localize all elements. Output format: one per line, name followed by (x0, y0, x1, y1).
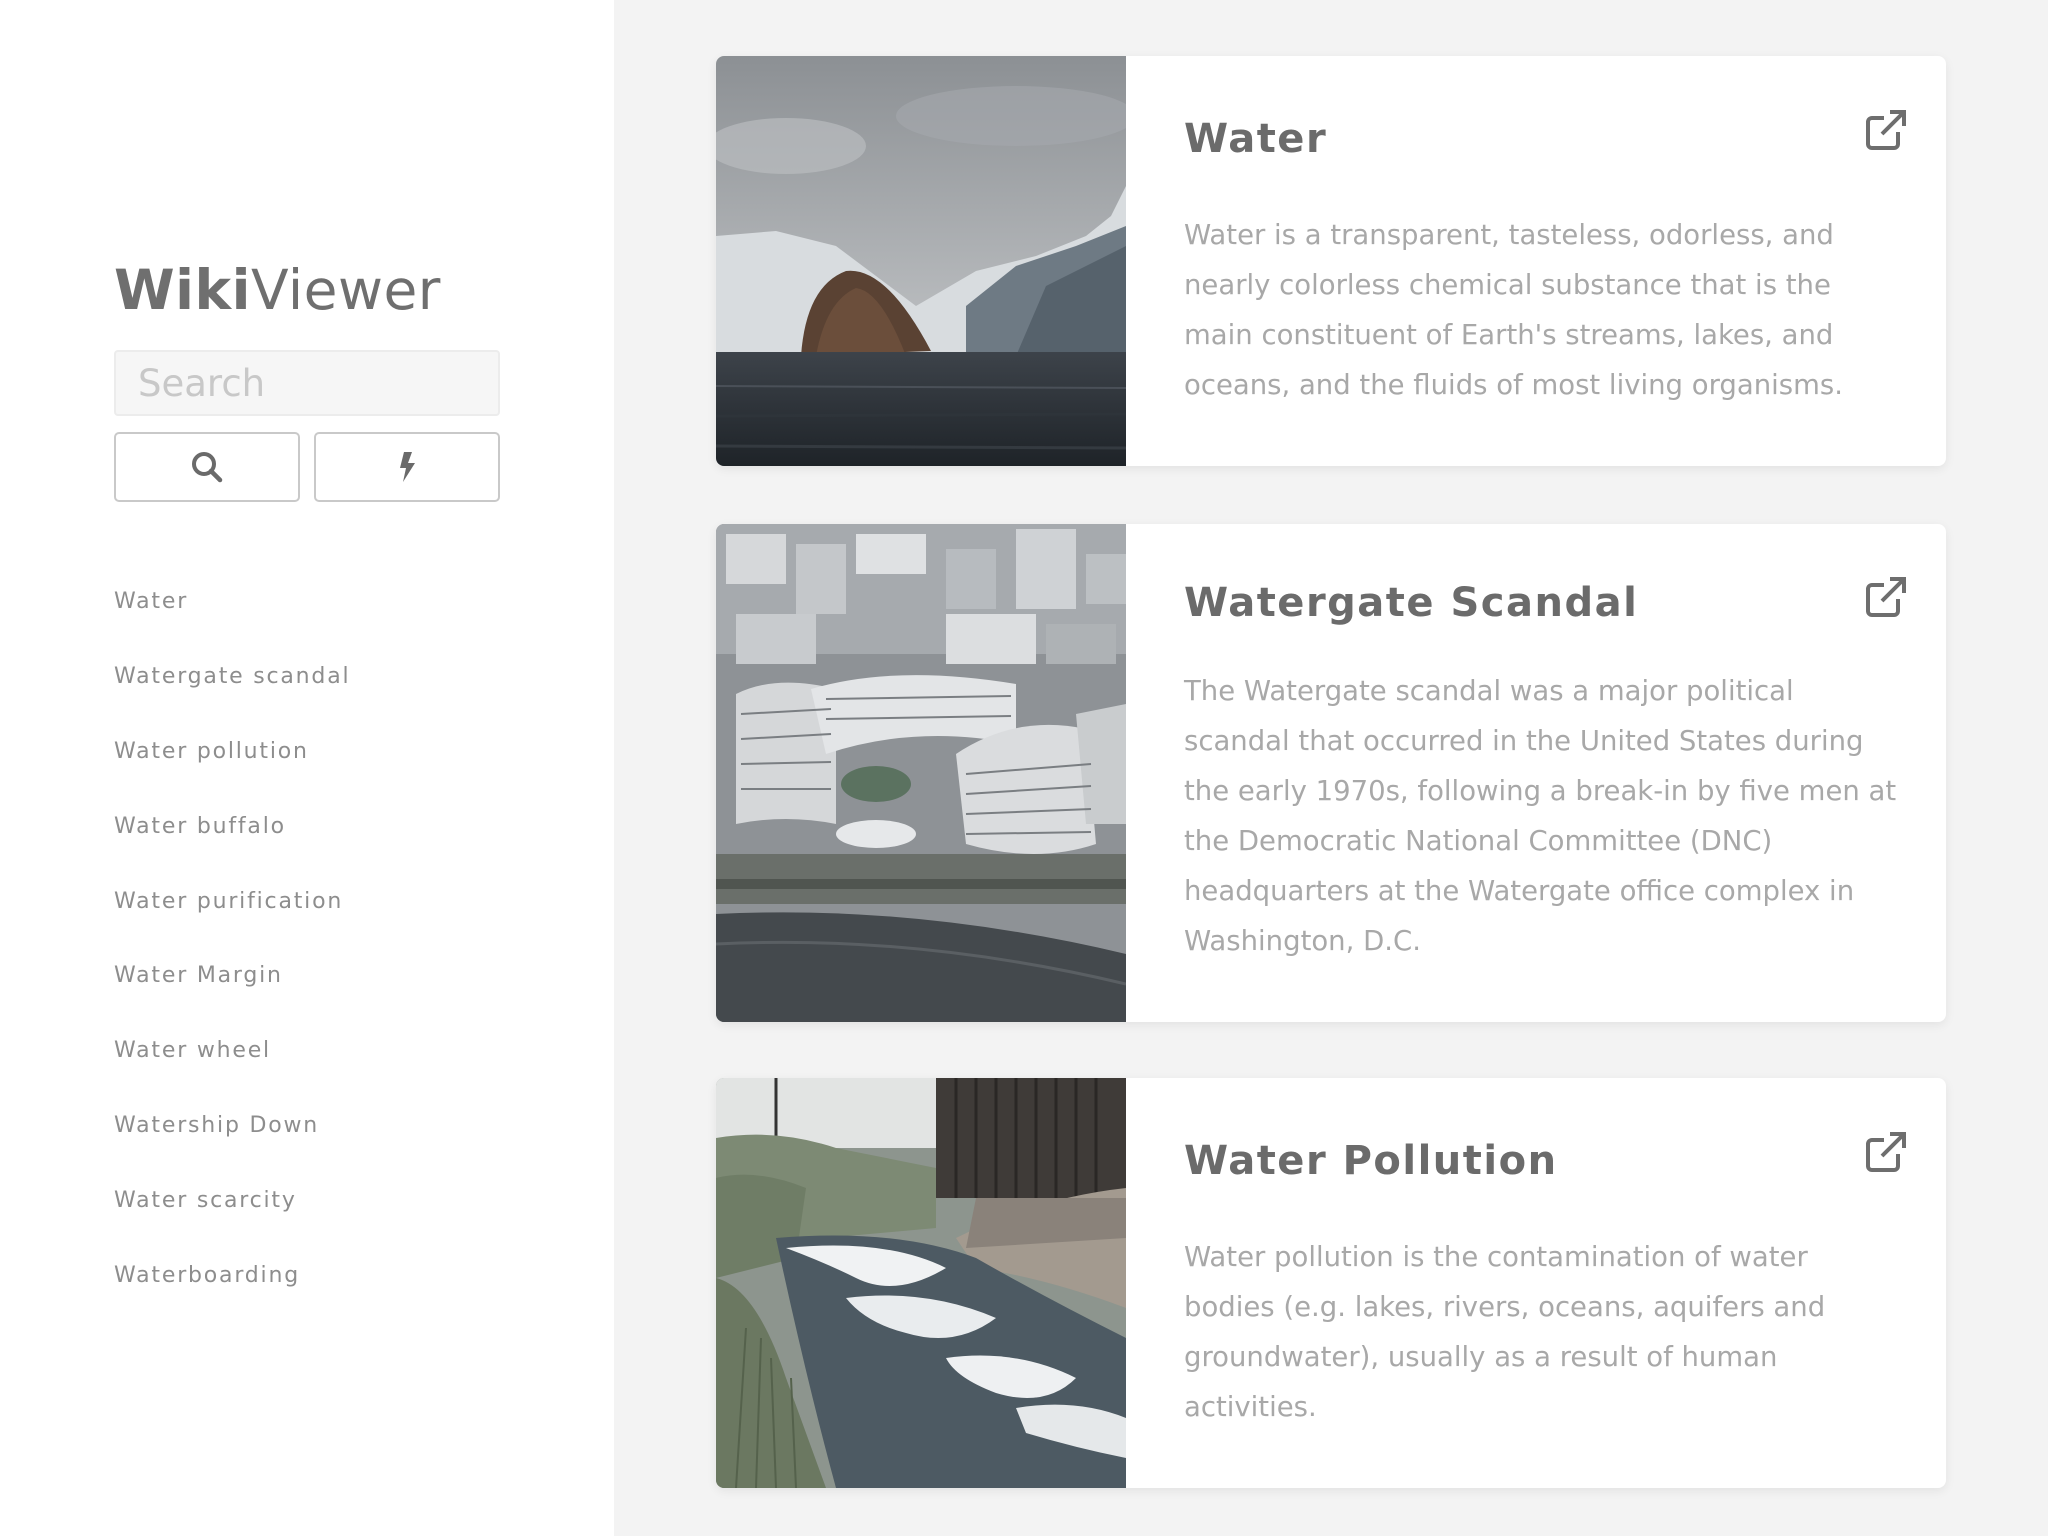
suggestion-item[interactable]: Water buffalo (114, 809, 350, 884)
result-extract: Water pollution is the contamination of … (1184, 1241, 1826, 1423)
result-title[interactable]: Water (1184, 116, 1327, 162)
suggestion-item[interactable]: Watership Down (114, 1108, 350, 1183)
result-extract: Water is a transparent, tasteless, odorl… (1184, 219, 1843, 401)
result-card-water[interactable]: Water Water is a transparent, tasteless,… (716, 56, 1946, 466)
search-icon (192, 452, 223, 483)
watergate-complex-photo (716, 524, 1126, 1022)
suggestion-item[interactable]: Water pollution (114, 734, 350, 809)
suggestion-item[interactable]: Water Margin (114, 958, 350, 1033)
suggestion-item[interactable]: Water wheel (114, 1033, 350, 1108)
random-article-button[interactable] (314, 432, 500, 502)
result-title[interactable]: Water Pollution (1184, 1138, 1558, 1184)
suggestion-item[interactable]: Watergate scandal (114, 659, 350, 734)
iceberg-photo (716, 56, 1126, 466)
suggestion-item[interactable]: Water purification (114, 884, 350, 959)
lightning-icon (400, 452, 415, 482)
sidebar: WikiViewer Water Watergate scandal Water… (0, 0, 614, 1536)
external-link-icon[interactable] (1864, 1130, 1908, 1174)
search-button[interactable] (114, 432, 300, 502)
suggestion-item[interactable]: Waterboarding (114, 1258, 350, 1333)
suggestion-list: Water Watergate scandal Water pollution … (114, 584, 350, 1333)
result-extract: The Watergate scandal was a major politi… (1184, 675, 1897, 957)
suggestion-item[interactable]: Water scarcity (114, 1183, 350, 1258)
app-logo: WikiViewer (114, 258, 441, 322)
result-card-water-pollution[interactable]: Water Pollution Water pollution is the c… (716, 1078, 1946, 1488)
external-link-icon[interactable] (1864, 575, 1908, 619)
search-input[interactable] (114, 350, 500, 416)
logo-wiki: Wiki (114, 258, 251, 322)
result-title[interactable]: Watergate Scandal (1184, 580, 1638, 626)
logo-viewer: Viewer (250, 258, 441, 322)
suggestion-item[interactable]: Water (114, 584, 350, 659)
polluted-river-photo (716, 1078, 1126, 1488)
result-card-watergate[interactable]: Watergate Scandal The Watergate scandal … (716, 524, 1946, 1022)
external-link-icon[interactable] (1864, 108, 1908, 152)
